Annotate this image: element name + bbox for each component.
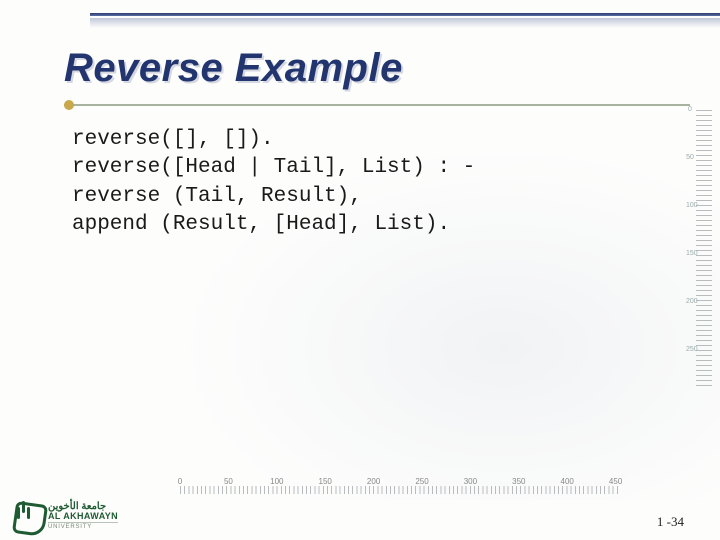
ruler-label: 150 [686, 251, 694, 257]
ruler-label: 450 [609, 477, 622, 486]
ruler-label: 250 [415, 477, 428, 486]
slide-title: Reverse Example [64, 46, 690, 91]
title-container: Reverse Example [64, 46, 690, 106]
ruler-label: 50 [686, 155, 694, 161]
ruler-ticks [696, 110, 712, 390]
ruler-label: 50 [224, 477, 233, 486]
top-decor-bar [0, 0, 720, 30]
ruler-ticks [180, 486, 620, 494]
ruler-label: 0 [686, 107, 694, 113]
code-line: reverse([Head | Tail], List) : - [72, 156, 475, 179]
ruler-label: 200 [367, 477, 380, 486]
ruler-label: 400 [561, 477, 574, 486]
logo-icon [10, 499, 44, 533]
logo-text: جامعة الأخوين AL AKHAWAYN UNIVERSITY [48, 502, 118, 530]
university-logo: جامعة الأخوين AL AKHAWAYN UNIVERSITY [10, 496, 150, 536]
logo-subtitle: UNIVERSITY [48, 522, 118, 530]
code-block: reverse([], []). reverse([Head | Tail], … [72, 126, 475, 239]
ruler-label: 100 [686, 203, 694, 209]
ruler-label: 300 [464, 477, 477, 486]
ruler-label: 0 [178, 477, 182, 486]
horizontal-ruler: 0 50 100 150 200 250 300 350 400 450 [180, 476, 620, 494]
ruler-label: 100 [270, 477, 283, 486]
ruler-label: 150 [319, 477, 332, 486]
page-number: 1 -34 [657, 514, 684, 530]
code-line: reverse([], []). [72, 128, 274, 151]
code-line: append (Result, [Head], List). [72, 213, 450, 236]
ruler-label: 350 [512, 477, 525, 486]
code-line: reverse (Tail, Result), [72, 185, 362, 208]
logo-english: AL AKHAWAYN [48, 512, 118, 521]
ruler-label: 200 [686, 299, 694, 305]
ruler-label: 250 [686, 347, 694, 353]
vertical-ruler: 0 50 100 150 200 250 [688, 110, 714, 390]
